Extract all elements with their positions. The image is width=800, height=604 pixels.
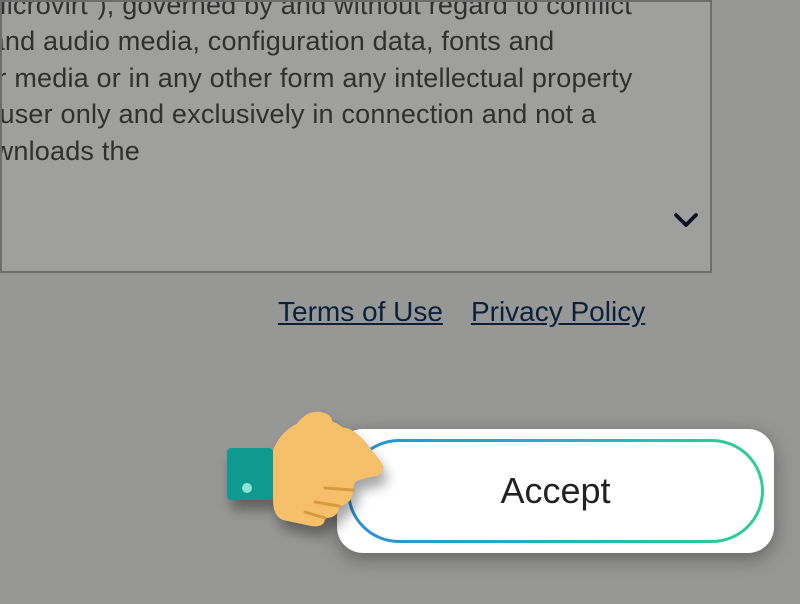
chevron-down-icon[interactable]: [668, 202, 704, 238]
accept-button-label: Accept: [500, 470, 610, 512]
privacy-policy-link[interactable]: Privacy Policy: [471, 296, 645, 328]
terms-of-use-link[interactable]: Terms of Use: [278, 296, 443, 328]
accept-button-highlight: Accept: [337, 429, 774, 553]
pointing-hand-icon: [225, 370, 395, 540]
eula-scroll-box[interactable]: Microvirt Co., Ltd. ("Microvirt"), gover…: [0, 0, 712, 273]
accept-button[interactable]: Accept: [347, 439, 764, 543]
eula-body-text: Microvirt Co., Ltd. ("Microvirt"), gover…: [0, 0, 660, 169]
continue-hint: Click "Accept" to continue. Learn more.: [0, 290, 180, 366]
